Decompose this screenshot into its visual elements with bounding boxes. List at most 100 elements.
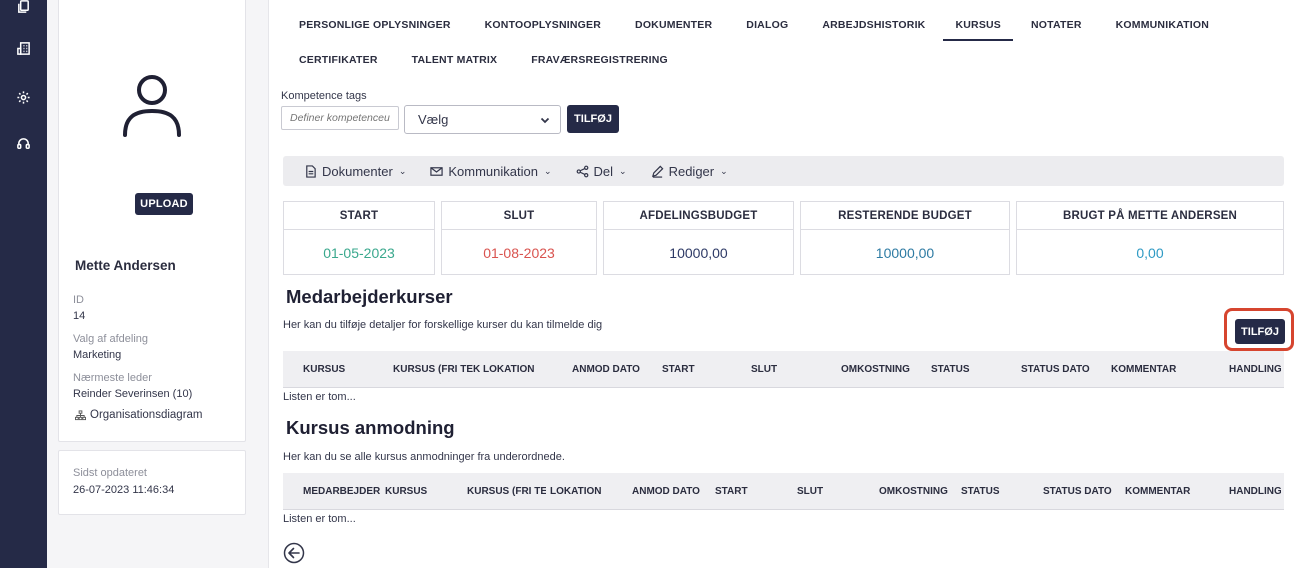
tab-personlige-oplysninger[interactable]: PERSONLIGE OPLYSNINGER [287, 14, 463, 36]
stat-slut: SLUT 01-08-2023 [441, 201, 597, 275]
stat-slut-value: 01-08-2023 [483, 244, 555, 261]
stat-spent-value: 0,00 [1136, 244, 1164, 261]
column-header[interactable]: KOMMENTAR [1125, 473, 1205, 510]
column-header[interactable]: STATUS [961, 473, 1021, 510]
column-header[interactable]: STATUS DATO [1043, 473, 1113, 510]
add-tag-button[interactable]: TILFØJ [567, 105, 619, 133]
stat-remaining-budget-label: RESTERENDE BUDGET [801, 202, 1009, 230]
manager-value[interactable]: Reinder Severinsen (10) [73, 388, 192, 400]
competence-tags-label: Kompetence tags [281, 90, 367, 102]
courses-title: Medarbejderkurser [286, 286, 453, 307]
id-label: ID [73, 294, 84, 306]
column-header[interactable]: SLUT [751, 351, 811, 388]
profile-panel: UPLOAD Mette Andersen ID 14 Valg af afde… [47, 0, 269, 568]
last-updated-card: Sidst opdateret 26-07-2023 11:46:34 [58, 450, 246, 515]
requests-empty-text: Listen er tom... [283, 513, 356, 525]
column-header[interactable]: OMKOSTNING [841, 351, 921, 388]
envelope-icon [430, 166, 444, 176]
org-chart-icon [75, 409, 86, 420]
requests-title: Kursus anmodning [286, 417, 455, 438]
column-header[interactable]: START [662, 351, 722, 388]
tab-arbejdshistorik[interactable]: ARBEJDSHISTORIK [810, 14, 937, 36]
building-icon[interactable] [13, 38, 33, 58]
column-header[interactable]: START [715, 473, 775, 510]
tab-kommunikation[interactable]: KOMMUNIKATION [1104, 14, 1221, 36]
stat-spent: BRUGT PÅ METTE ANDERSEN 0,00 [1016, 201, 1284, 275]
stat-department-budget: AFDELINGSBUDGET 10000,00 [603, 201, 794, 275]
documents-menu-label: Dokumenter [322, 163, 393, 179]
back-arrow-icon[interactable] [283, 542, 305, 564]
edit-menu-label: Rediger [668, 163, 715, 179]
column-header[interactable]: HANDLING [1229, 351, 1281, 388]
courses-empty-text: Listen er tom... [283, 391, 356, 403]
add-course-button[interactable]: TILFØJ [1235, 319, 1285, 344]
upload-button[interactable]: UPLOAD [135, 193, 193, 215]
column-header[interactable]: ANMOD DATO [572, 351, 652, 388]
stat-start-value: 01-05-2023 [323, 244, 395, 261]
tab-kursus[interactable]: KURSUS [943, 14, 1013, 41]
requests-description: Her kan du se alle kursus anmodninger fr… [283, 451, 565, 463]
edit-menu[interactable]: Rediger ⌄ [651, 164, 728, 179]
action-toolbar: Dokumenter ⌄ Kommunikation ⌄ Del ⌄ Redig… [283, 156, 1284, 186]
stat-start-label: START [284, 202, 434, 230]
share-menu[interactable]: Del ⌄ [576, 164, 627, 179]
department-value: Marketing [73, 349, 122, 361]
column-header[interactable]: LOKATION [550, 473, 620, 510]
id-value: 14 [73, 310, 86, 322]
org-chart-label: Organisationsdiagram [90, 409, 203, 421]
column-header[interactable]: STATUS [931, 351, 991, 388]
column-header[interactable]: OMKOSTNING [879, 473, 949, 510]
chevron-down-icon: ⌄ [720, 165, 728, 176]
column-header[interactable]: ANMOD DATO [632, 473, 702, 510]
courses-table-header: KURSUS KURSUS (FRI TEKST) LOKATION ANMOD… [283, 351, 1284, 388]
stat-start: START 01-05-2023 [283, 201, 435, 275]
tabs-row-1: PERSONLIGE OPLYSNINGER KONTOOPLYSNINGER … [287, 14, 1221, 41]
share-menu-label: Del [593, 163, 614, 179]
column-header[interactable]: KOMMENTAR [1111, 351, 1191, 388]
tab-certifikater[interactable]: CERTIFIKATER [287, 49, 390, 71]
column-header[interactable]: KURSUS [385, 473, 455, 510]
tabs-row-2: CERTIFIKATER TALENT MATRIX FRAVÆRSREGIST… [287, 49, 680, 71]
column-header[interactable]: KURSUS [303, 351, 383, 388]
stat-remaining-budget-value: 10000,00 [875, 244, 935, 261]
column-header[interactable]: LOKATION [483, 351, 563, 388]
manager-label: Nærmeste leder [73, 372, 152, 384]
chevron-down-icon: ⌄ [543, 165, 552, 176]
share-icon [576, 165, 588, 177]
employee-name: Mette Andersen [75, 258, 176, 273]
column-header[interactable]: KURSUS (FRI TEKST) [467, 473, 546, 510]
column-header[interactable]: SLUT [797, 473, 857, 510]
tab-fravaersregistrering[interactable]: FRAVÆRSREGISTRERING [519, 49, 680, 71]
stat-department-budget-value: 10000,00 [669, 244, 728, 261]
column-header[interactable]: MEDARBEJDER NAVN [303, 473, 382, 510]
stat-slut-label: SLUT [442, 202, 596, 230]
org-chart-link[interactable]: Organisationsdiagram [75, 409, 203, 421]
avatar-icon [123, 75, 181, 137]
tab-dialog[interactable]: DIALOG [734, 14, 800, 36]
competence-tags-input[interactable] [281, 106, 399, 130]
headset-icon[interactable] [13, 133, 33, 153]
stat-department-budget-label: AFDELINGSBUDGET [604, 202, 793, 230]
tab-talent-matrix[interactable]: TALENT MATRIX [400, 49, 510, 71]
copy-icon[interactable] [13, 0, 33, 16]
tab-dokumenter[interactable]: DOKUMENTER [623, 14, 724, 36]
gear-icon[interactable] [13, 87, 33, 107]
column-header[interactable]: KURSUS (FRI TEKST) [393, 351, 480, 388]
main-content: PERSONLIGE OPLYSNINGER KONTOOPLYSNINGER … [269, 0, 1294, 568]
updated-value: 26-07-2023 11:46:34 [73, 484, 175, 496]
document-icon [306, 164, 316, 178]
chevron-down-icon: ⌄ [619, 165, 627, 176]
edit-icon [651, 165, 664, 178]
department-label: Valg af afdeling [73, 333, 149, 345]
competence-select[interactable]: Vælg [404, 105, 561, 134]
communication-menu-label: Kommunikation [448, 163, 538, 179]
column-header[interactable]: HANDLING [1229, 473, 1281, 510]
tab-notater[interactable]: NOTATER [1019, 14, 1094, 36]
stat-remaining-budget: RESTERENDE BUDGET 10000,00 [800, 201, 1010, 275]
courses-description: Her kan du tilføje detaljer for forskell… [283, 319, 603, 331]
documents-menu[interactable]: Dokumenter ⌄ [304, 164, 406, 179]
communication-menu[interactable]: Kommunikation ⌄ [430, 163, 552, 179]
tab-kontooplysninger[interactable]: KONTOOPLYSNINGER [473, 14, 613, 36]
stat-spent-label: BRUGT PÅ METTE ANDERSEN [1017, 202, 1283, 230]
column-header[interactable]: STATUS DATO [1021, 351, 1101, 388]
